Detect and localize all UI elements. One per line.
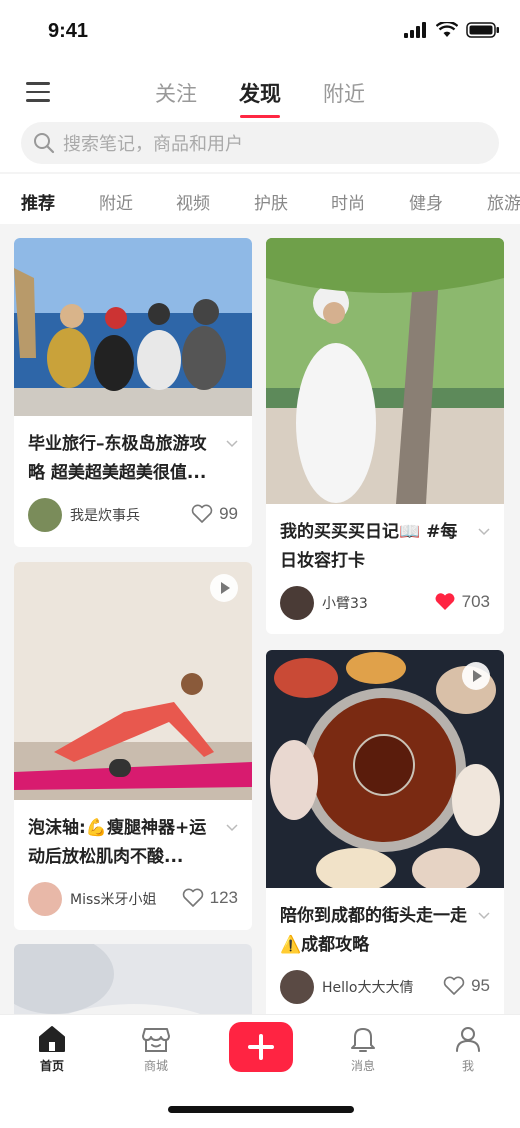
post-image-beach-group bbox=[14, 238, 252, 416]
post-title: 我的买买买日记📖 #每日妆容打卡 bbox=[280, 522, 458, 571]
battery-icon bbox=[466, 22, 499, 38]
avatar bbox=[280, 586, 314, 620]
author-name: Miss米牙小姐 bbox=[70, 892, 157, 908]
avatar bbox=[28, 498, 62, 532]
post-card[interactable] bbox=[14, 944, 252, 1014]
post-title: 泡沫轴:💪瘦腿神器+运动后放松肌肉不酸... bbox=[28, 818, 207, 867]
like-count: 703 bbox=[461, 592, 490, 611]
play-icon bbox=[221, 582, 230, 594]
author-name: 我是炊事兵 bbox=[70, 508, 140, 524]
nav-mall[interactable]: 商城 bbox=[126, 1025, 186, 1074]
category-recommend[interactable]: 推荐 bbox=[21, 189, 55, 214]
author-name: 小臂33 bbox=[322, 596, 368, 612]
tab-following[interactable]: 关注 bbox=[155, 78, 197, 108]
play-icon bbox=[473, 670, 482, 682]
publish-button[interactable] bbox=[229, 1022, 293, 1072]
status-icons bbox=[404, 22, 500, 38]
like-button[interactable]: 703 bbox=[434, 592, 490, 612]
like-count: 99 bbox=[219, 504, 238, 523]
post-image-partial bbox=[14, 944, 252, 1014]
post-title: 毕业旅行–东极岛旅游攻略 超美超美超美很值... bbox=[28, 434, 207, 483]
author-name: Hello大大大倩 bbox=[322, 980, 414, 996]
category-bar: 推荐 附近 视频 护肤 时尚 健身 旅游 bbox=[0, 174, 520, 224]
plus-icon bbox=[248, 1034, 274, 1060]
home-icon bbox=[39, 1026, 65, 1052]
nav-messages[interactable]: 消息 bbox=[333, 1025, 393, 1074]
top-nav: 关注 发现 附近 bbox=[0, 62, 520, 120]
category-fitness[interactable]: 健身 bbox=[409, 189, 443, 214]
video-badge bbox=[210, 574, 238, 602]
search-bar: 搜索笔记，商品和用户 bbox=[0, 120, 520, 172]
avatar bbox=[280, 970, 314, 1004]
bell-icon bbox=[351, 1028, 375, 1052]
post-card[interactable]: 陪你到成都的街头走一走⚠️成都攻略 Hello大大大倩 95 bbox=[266, 650, 504, 1014]
search-input[interactable]: 搜索笔记，商品和用户 bbox=[21, 122, 499, 164]
post-card[interactable]: 泡沫轴:💪瘦腿神器+运动后放松肌肉不酸... Miss米牙小姐 123 bbox=[14, 562, 252, 930]
search-icon bbox=[34, 133, 55, 154]
tab-discover[interactable]: 发现 bbox=[239, 78, 281, 108]
like-button[interactable]: 95 bbox=[443, 976, 490, 996]
post-author[interactable]: Miss米牙小姐 bbox=[28, 882, 157, 916]
video-badge bbox=[462, 662, 490, 690]
chevron-down-icon[interactable] bbox=[226, 440, 238, 448]
nav-me-label: 我 bbox=[461, 1059, 474, 1073]
post-card[interactable]: 我的买买买日记📖 #每日妆容打卡 小臂33 703 bbox=[266, 238, 504, 634]
nav-mall-label: 商城 bbox=[143, 1059, 168, 1073]
nav-home-label: 首页 bbox=[39, 1059, 64, 1073]
heart-outline-icon bbox=[443, 976, 465, 995]
like-button[interactable]: 123 bbox=[182, 888, 238, 908]
heart-filled-icon bbox=[435, 593, 455, 610]
search-placeholder: 搜索笔记，商品和用户 bbox=[63, 134, 243, 155]
category-video[interactable]: 视频 bbox=[176, 189, 210, 214]
category-fashion[interactable]: 时尚 bbox=[331, 189, 365, 214]
status-time: 9:41 bbox=[48, 20, 89, 42]
status-bar: 9:41 bbox=[0, 0, 520, 62]
wifi-icon bbox=[436, 22, 458, 37]
avatar bbox=[28, 882, 62, 916]
user-icon bbox=[456, 1027, 480, 1052]
nav-messages-label: 消息 bbox=[350, 1059, 375, 1073]
post-author[interactable]: 小臂33 bbox=[280, 586, 368, 620]
post-author[interactable]: Hello大大大倩 bbox=[280, 970, 414, 1004]
chevron-down-icon[interactable] bbox=[226, 824, 238, 832]
nav-me[interactable]: 我 bbox=[438, 1025, 498, 1074]
category-nearby[interactable]: 附近 bbox=[99, 189, 133, 214]
category-skincare[interactable]: 护肤 bbox=[254, 189, 288, 214]
post-card[interactable]: 毕业旅行–东极岛旅游攻略 超美超美超美很值... 我是炊事兵 99 bbox=[14, 238, 252, 547]
like-count: 123 bbox=[209, 888, 238, 907]
signal-icon bbox=[404, 22, 426, 38]
chevron-down-icon[interactable] bbox=[478, 528, 490, 536]
nav-home[interactable]: 首页 bbox=[22, 1025, 82, 1074]
post-title: 陪你到成都的街头走一走⚠️成都攻略 bbox=[280, 906, 467, 955]
like-count: 95 bbox=[471, 976, 490, 995]
home-indicator bbox=[168, 1106, 354, 1113]
chevron-down-icon[interactable] bbox=[478, 912, 490, 920]
tab-nearby[interactable]: 附近 bbox=[323, 78, 365, 108]
feed-tabs: 关注 发现 附近 bbox=[0, 78, 520, 108]
feed: 毕业旅行–东极岛旅游攻略 超美超美超美很值... 我是炊事兵 99 我的买买买日… bbox=[0, 224, 520, 1014]
like-button[interactable]: 99 bbox=[191, 504, 238, 524]
store-icon bbox=[142, 1028, 170, 1052]
heart-outline-icon bbox=[182, 888, 203, 907]
heart-outline-icon bbox=[191, 504, 213, 523]
post-author[interactable]: 我是炊事兵 bbox=[28, 498, 140, 532]
post-image-palm-beach bbox=[266, 238, 504, 504]
category-travel[interactable]: 旅游 bbox=[487, 189, 520, 214]
